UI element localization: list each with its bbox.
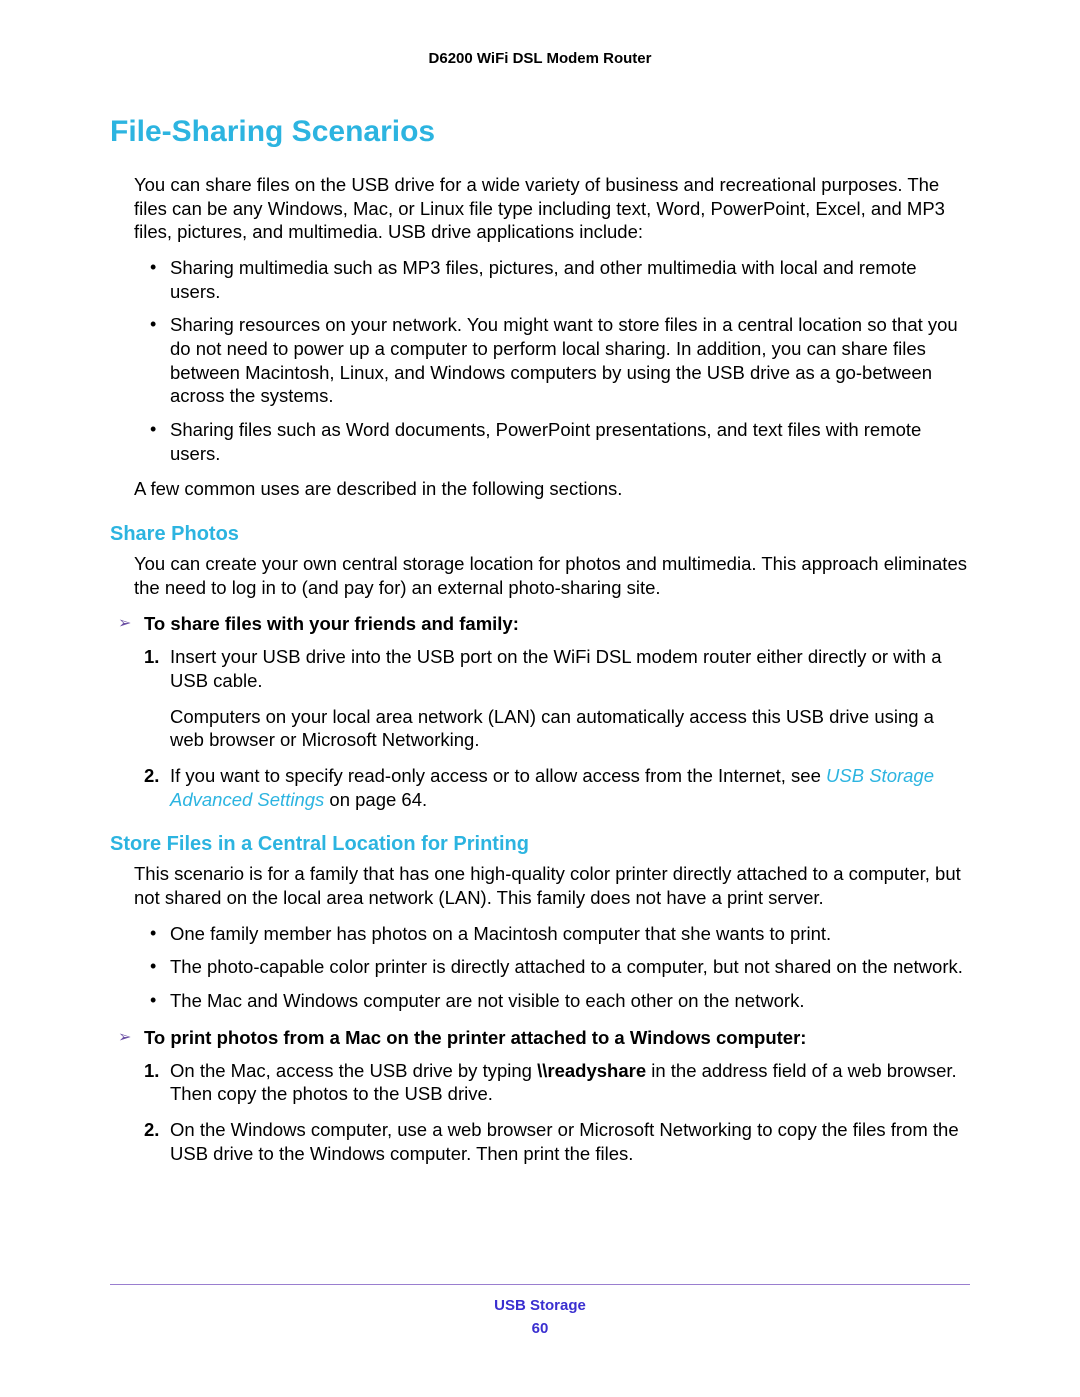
store-files-task: To print photos from a Mac on the printe… bbox=[110, 1027, 970, 1049]
share-photos-task: To share files with your friends and fam… bbox=[110, 613, 970, 635]
footer-page-number: 60 bbox=[110, 1320, 970, 1337]
store-files-title: Store Files in a Central Location for Pr… bbox=[110, 833, 970, 856]
list-item: Sharing files such as Word documents, Po… bbox=[110, 418, 970, 465]
page-header: D6200 WiFi DSL Modem Router bbox=[110, 50, 970, 67]
list-item: Sharing resources on your network. You m… bbox=[110, 313, 970, 408]
step-text-post: on page 64. bbox=[324, 789, 427, 810]
page-footer: USB Storage 60 bbox=[110, 1284, 970, 1337]
document-page: D6200 WiFi DSL Modem Router File-Sharing… bbox=[0, 0, 1080, 1397]
store-files-intro: This scenario is for a family that has o… bbox=[134, 862, 970, 909]
list-item: If you want to specify read-only access … bbox=[110, 764, 970, 811]
share-photos-title: Share Photos bbox=[110, 523, 970, 546]
command-text: \\readyshare bbox=[537, 1060, 646, 1081]
section-outro: A few common uses are described in the f… bbox=[134, 477, 970, 501]
share-photos-steps: Insert your USB drive into the USB port … bbox=[110, 645, 970, 811]
section-title: File-Sharing Scenarios bbox=[110, 115, 970, 149]
step-text-pre: If you want to specify read-only access … bbox=[170, 765, 826, 786]
list-item: Insert your USB drive into the USB port … bbox=[110, 645, 970, 752]
share-photos-intro: You can create your own central storage … bbox=[134, 552, 970, 599]
list-item: The photo-capable color printer is direc… bbox=[110, 955, 970, 979]
list-item: Sharing multimedia such as MP3 files, pi… bbox=[110, 256, 970, 303]
store-files-steps: On the Mac, access the USB drive by typi… bbox=[110, 1059, 970, 1166]
store-files-bullets: One family member has photos on a Macint… bbox=[110, 922, 970, 1013]
section-bullets: Sharing multimedia such as MP3 files, pi… bbox=[110, 256, 970, 465]
step-subtext: Computers on your local area network (LA… bbox=[170, 705, 970, 752]
list-item: The Mac and Windows computer are not vis… bbox=[110, 989, 970, 1013]
list-item: On the Mac, access the USB drive by typi… bbox=[110, 1059, 970, 1106]
footer-section: USB Storage bbox=[110, 1297, 970, 1314]
list-item: One family member has photos on a Macint… bbox=[110, 922, 970, 946]
step-text: Insert your USB drive into the USB port … bbox=[170, 646, 941, 691]
section-intro: You can share files on the USB drive for… bbox=[134, 173, 970, 244]
step-text-pre: On the Mac, access the USB drive by typi… bbox=[170, 1060, 537, 1081]
list-item: On the Windows computer, use a web brows… bbox=[110, 1118, 970, 1165]
